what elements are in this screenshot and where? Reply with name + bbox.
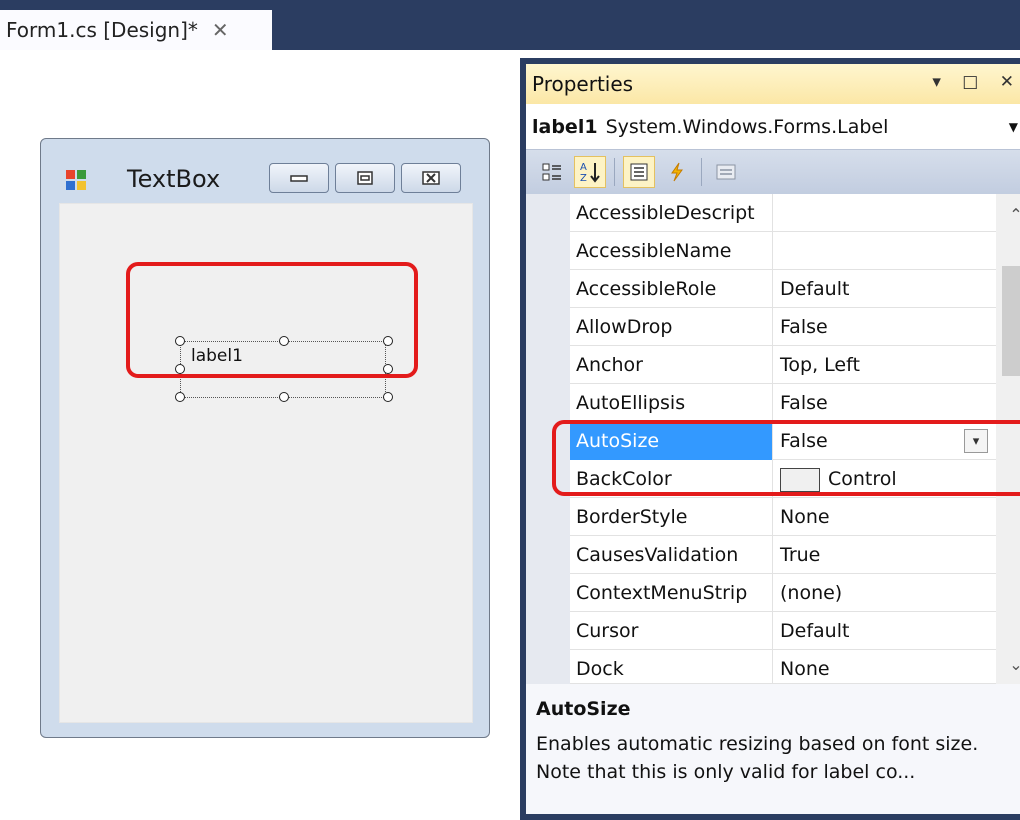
scroll-down-icon[interactable]: ⌄ — [996, 644, 1020, 684]
windows-form-icon — [66, 170, 86, 190]
maximize-button[interactable] — [335, 163, 395, 193]
categorized-icon — [542, 163, 561, 181]
property-row-accessiblename[interactable]: AccessibleName — [570, 232, 996, 270]
property-name: ContextMenuStrip — [570, 574, 773, 612]
properties-title: Properties — [532, 72, 634, 96]
highlight-outline-autosize — [552, 420, 1020, 496]
property-name: AccessibleName — [570, 232, 773, 270]
minimize-icon — [290, 175, 308, 182]
property-row-autoellipsis[interactable]: AutoEllipsis False — [570, 384, 996, 422]
object-type: System.Windows.Forms.Label — [605, 115, 889, 138]
form-close-button[interactable] — [401, 163, 461, 193]
property-row-borderstyle[interactable]: BorderStyle None — [570, 498, 996, 536]
property-row-accessibledescription[interactable]: AccessibleDescript — [570, 194, 996, 232]
properties-toolbar: A Z — [526, 150, 1020, 194]
property-row-anchor[interactable]: Anchor Top, Left — [570, 346, 996, 384]
form-title: TextBox — [127, 165, 221, 193]
property-value[interactable]: Default — [780, 270, 849, 308]
lightning-icon — [671, 162, 683, 182]
document-tab-label: Form1.cs [Design]* — [6, 18, 198, 42]
property-name: BorderStyle — [570, 498, 773, 536]
object-selector[interactable]: label1 System.Windows.Forms.Label ▼ — [526, 104, 1020, 150]
property-value[interactable]: False — [780, 308, 828, 346]
property-value[interactable]: Top, Left — [780, 346, 860, 384]
close-icon — [422, 171, 440, 185]
resize-handle[interactable] — [279, 392, 289, 402]
toolbar-separator — [614, 158, 615, 186]
property-row-allowdrop[interactable]: AllowDrop False — [570, 308, 996, 346]
window-controls-icon[interactable]: ▾ □ ✕ — [932, 72, 1020, 92]
properties-icon — [630, 163, 648, 181]
property-name: AllowDrop — [570, 308, 773, 346]
svg-text:Z: Z — [580, 173, 587, 184]
close-icon[interactable]: ✕ — [212, 18, 229, 42]
minimize-button[interactable] — [269, 163, 329, 193]
alphabetical-button[interactable]: A Z — [574, 156, 606, 188]
maximize-icon — [357, 171, 373, 185]
events-button[interactable] — [661, 156, 693, 188]
toolbar-separator — [701, 158, 702, 186]
document-tab-form1[interactable]: Form1.cs [Design]* ✕ — [0, 10, 272, 50]
highlight-outline-label — [126, 262, 418, 378]
property-description-pane: AutoSize Enables automatic resizing base… — [526, 684, 1020, 814]
scrollbar-thumb[interactable] — [1002, 266, 1020, 376]
property-name: AccessibleDescript — [570, 194, 773, 232]
categorized-button[interactable] — [536, 156, 568, 188]
object-name: label1 — [532, 115, 598, 138]
designer-surface: TextBox label1 — [0, 50, 520, 820]
property-name: Dock — [570, 650, 773, 683]
property-value[interactable]: None — [780, 498, 830, 536]
az-sort-icon: A Z — [580, 162, 600, 184]
property-name: AccessibleRole — [570, 270, 773, 308]
property-row-dock[interactable]: Dock None — [570, 650, 996, 684]
property-row-cursor[interactable]: Cursor Default — [570, 612, 996, 650]
properties-header: Properties ▾ □ ✕ — [526, 64, 1020, 104]
description-title: AutoSize — [536, 698, 631, 720]
properties-button[interactable] — [623, 156, 655, 188]
property-pages-icon — [716, 164, 736, 180]
dropdown-arrow-icon[interactable]: ▼ — [1009, 120, 1018, 134]
property-value[interactable]: None — [780, 650, 830, 683]
document-tab-strip: Form1.cs [Design]* ✕ — [0, 0, 1020, 50]
description-text: Enables automatic resizing based on font… — [536, 733, 979, 783]
resize-handle[interactable] — [383, 392, 393, 402]
property-row-accessiblerole[interactable]: AccessibleRole Default — [570, 270, 996, 308]
property-value[interactable]: True — [780, 536, 820, 574]
property-row-contextmenustrip[interactable]: ContextMenuStrip (none) — [570, 574, 996, 612]
property-value[interactable]: Default — [780, 612, 849, 650]
resize-handle[interactable] — [175, 392, 185, 402]
property-value[interactable]: False — [780, 384, 828, 422]
scroll-up-icon[interactable]: ⌃ — [996, 194, 1020, 234]
property-value[interactable]: (none) — [780, 574, 842, 612]
form-window[interactable]: TextBox label1 — [40, 138, 490, 738]
property-name: Cursor — [570, 612, 773, 650]
property-name: AutoEllipsis — [570, 384, 773, 422]
svg-text:A: A — [580, 162, 587, 173]
property-name: Anchor — [570, 346, 773, 384]
property-row-causesvalidation[interactable]: CausesValidation True — [570, 536, 996, 574]
property-pages-button[interactable] — [710, 156, 742, 188]
property-name: CausesValidation — [570, 536, 773, 574]
